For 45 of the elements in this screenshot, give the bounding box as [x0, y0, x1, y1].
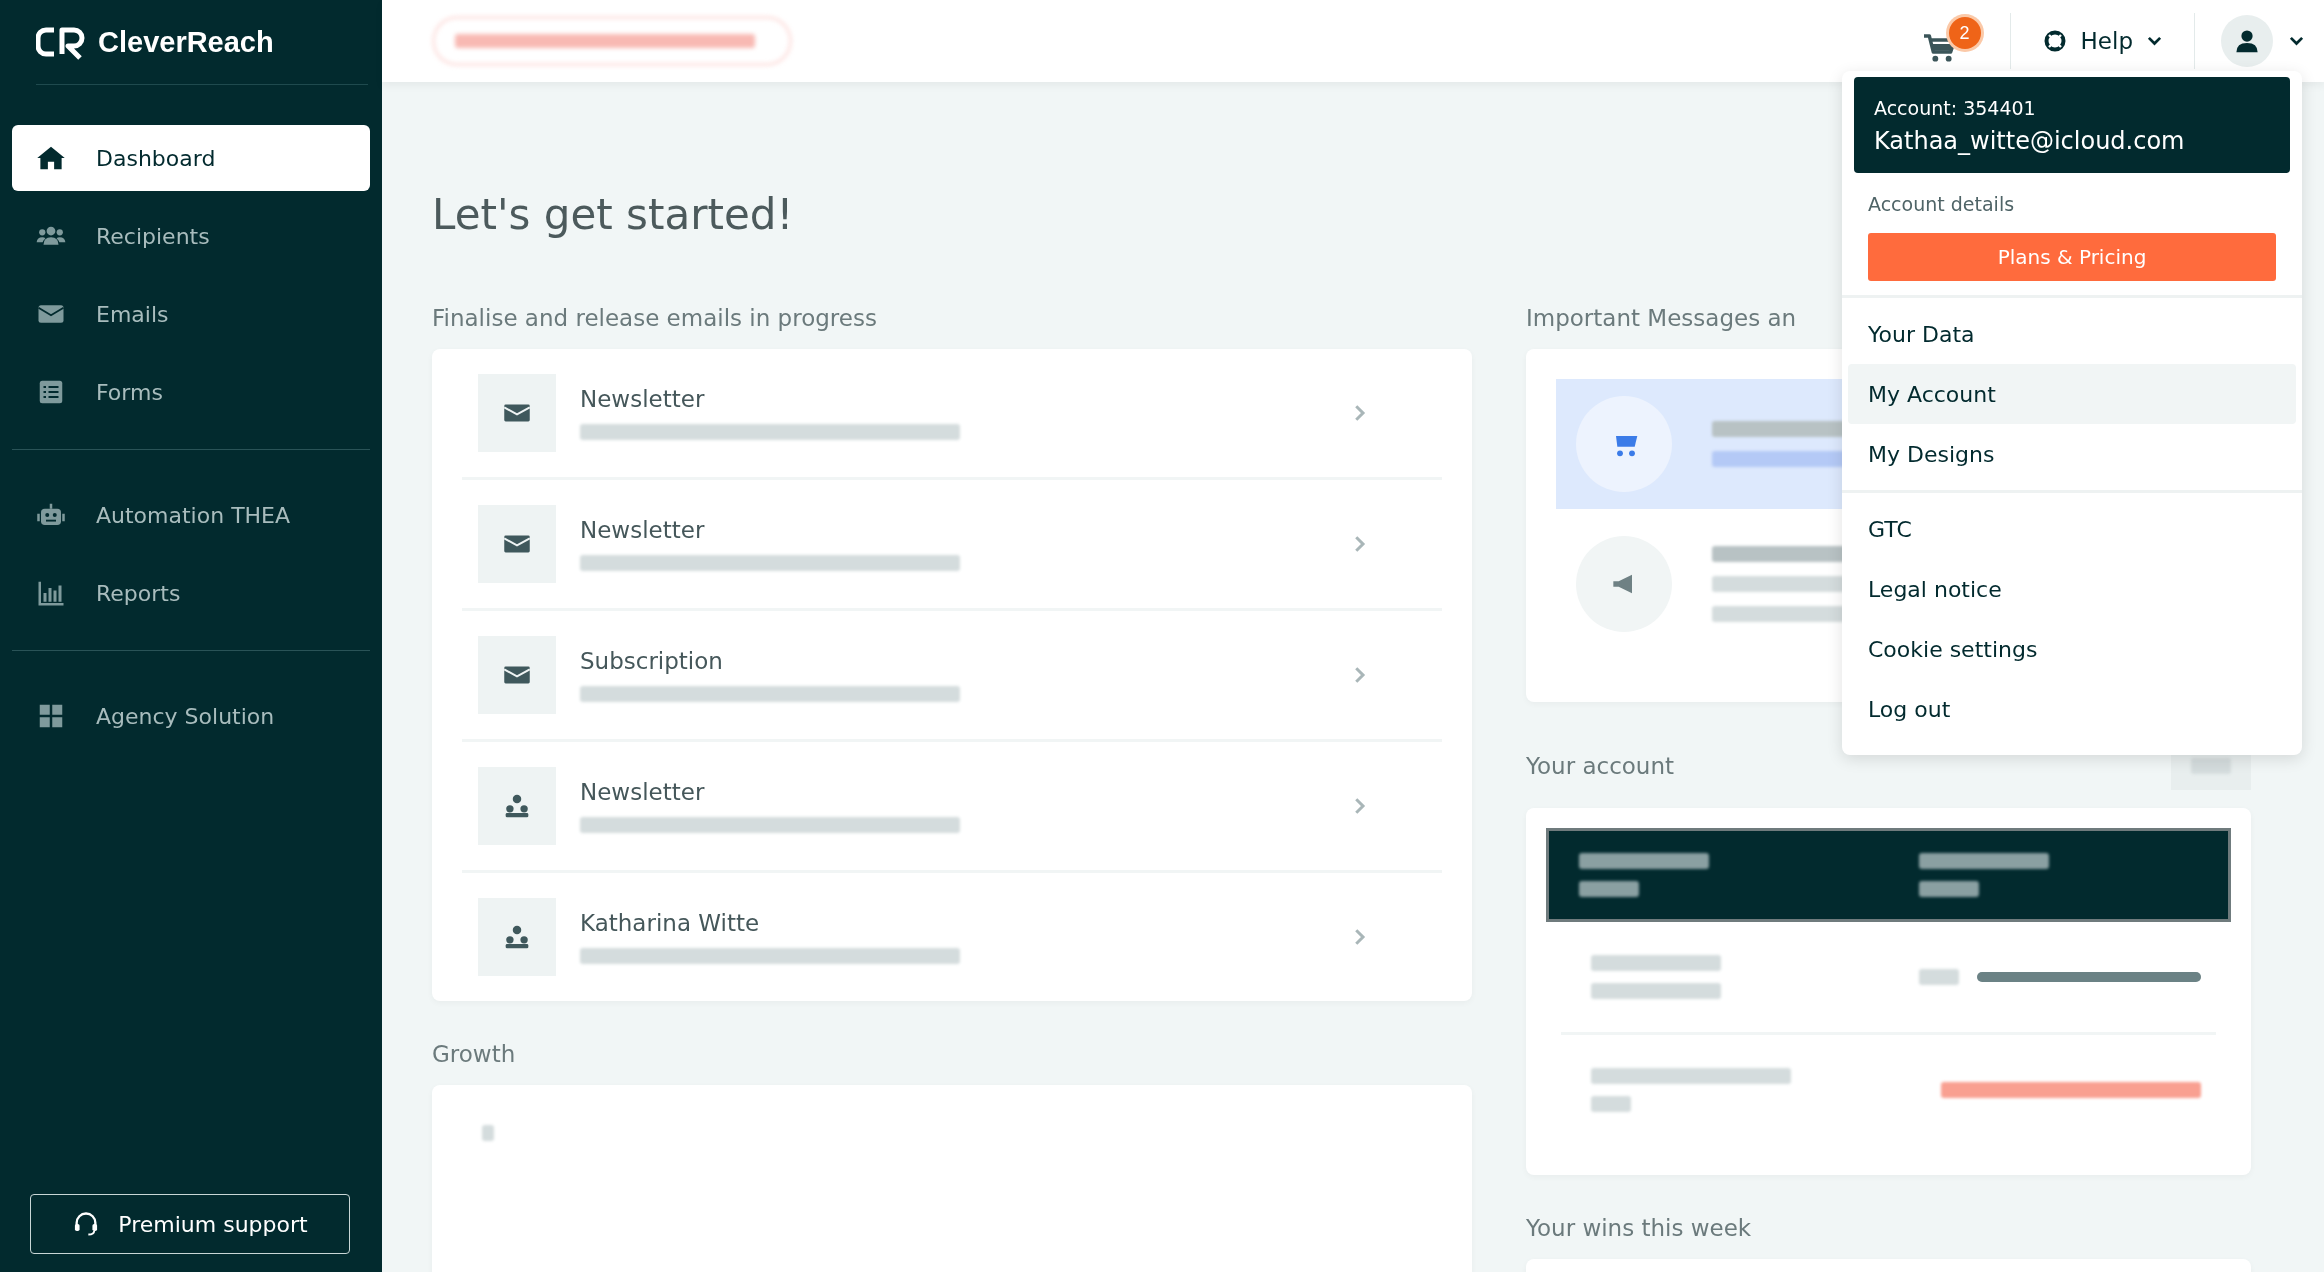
account-details-label: Account details	[1868, 193, 2016, 215]
blurred-text	[1591, 1096, 1631, 1112]
sidebar-item[interactable]: Reports	[12, 560, 370, 626]
chevron-right-icon	[1354, 534, 1366, 554]
cart-count-badge: 2	[1948, 17, 1981, 49]
menu-item[interactable]: My Account	[1848, 364, 2296, 424]
draft-title: Newsletter	[580, 517, 706, 543]
user-menu-button[interactable]	[2221, 15, 2304, 67]
email-draft-row[interactable]: Newsletter	[462, 480, 1442, 611]
brand-name: CleverReach	[98, 25, 274, 59]
lifebuoy-icon	[2042, 29, 2067, 53]
email-draft-row[interactable]: Newsletter	[462, 349, 1442, 480]
draft-title: Newsletter	[580, 386, 706, 412]
section-title: Your account	[1526, 753, 1675, 779]
email-draft-row[interactable]: Katharina Witte	[462, 873, 1442, 1001]
sidebar-item[interactable]: Automation THEA	[12, 482, 370, 548]
chevron-right-icon	[1354, 927, 1366, 947]
page-heading: Let's get started!	[432, 190, 794, 239]
blurred-text	[1918, 969, 1959, 985]
help-button[interactable]: Help	[2036, 27, 2168, 55]
section-title: Important Messages an	[1526, 305, 1798, 331]
email-draft-row[interactable]: Newsletter	[462, 742, 1442, 873]
chevron-right-icon	[1354, 665, 1366, 685]
draft-title: Katharina Witte	[580, 910, 761, 936]
sidebar-item[interactable]: Recipients	[12, 203, 370, 269]
chevron-down-icon	[2147, 36, 2162, 46]
account-email: Kathaa_witte@icloud.com	[1874, 127, 2186, 155]
premium-support-button[interactable]: Premium support	[30, 1194, 350, 1254]
section-title: Your wins this week	[1526, 1215, 1753, 1241]
blurred-link[interactable]	[1941, 1082, 2201, 1098]
blurred-text	[482, 1125, 494, 1141]
account-number: Account: 354401	[1874, 97, 2037, 119]
sidebar-item[interactable]: Forms	[12, 359, 370, 425]
section-title: Growth	[432, 1041, 517, 1067]
section-title: Finalise and release emails in progress	[432, 305, 878, 331]
draft-title: Subscription	[580, 648, 724, 674]
chevron-down-icon	[2289, 36, 2304, 46]
sidebar-item[interactable]: Dashboard	[12, 125, 370, 191]
draft-title: Newsletter	[580, 779, 706, 805]
email-draft-row[interactable]: Subscription	[462, 611, 1442, 742]
chevron-right-icon	[1354, 403, 1366, 423]
chevron-right-icon	[1354, 796, 1366, 816]
sidebar-item[interactable]: Emails	[12, 281, 370, 347]
trial-banner[interactable]	[432, 16, 792, 66]
sidebar-item[interactable]: Agency Solution	[12, 683, 370, 749]
